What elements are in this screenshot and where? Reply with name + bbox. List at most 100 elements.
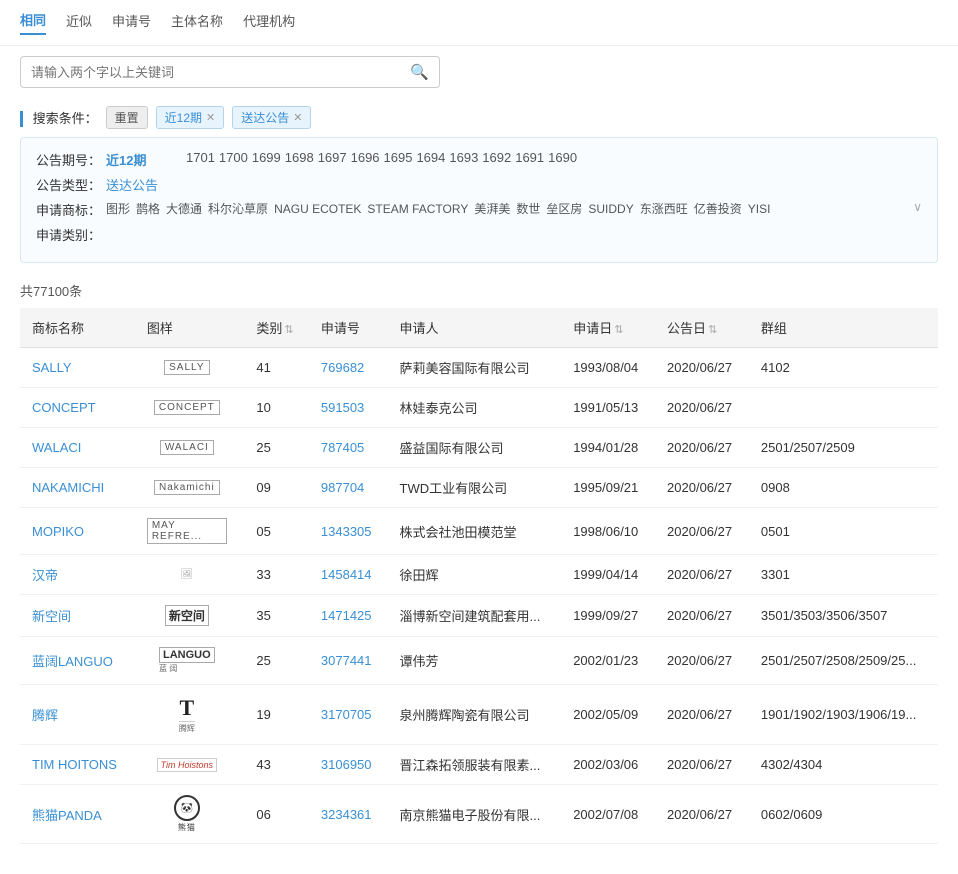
period-item[interactable]: 1691 (515, 150, 544, 165)
brand-logo: 🐼熊猫 (174, 795, 200, 833)
sort-class-icon[interactable]: ⇅ (284, 324, 293, 336)
cell-pubdate: 2020/06/27 (655, 508, 749, 555)
type-value[interactable]: 送达公告 (106, 175, 158, 194)
nav-tab-similar[interactable]: 近似 (66, 11, 92, 34)
filter-tag-period[interactable]: 近12期 ✕ (156, 106, 225, 129)
period-item[interactable]: 1695 (384, 150, 413, 165)
filter-tag-notice-label: 送达公告 (241, 109, 289, 126)
appnum-link[interactable]: 3234361 (321, 807, 372, 822)
cell-image: WALACI (135, 428, 245, 468)
cell-appdate: 2002/07/08 (561, 785, 655, 844)
cell-class: 35 (244, 595, 309, 637)
period-item[interactable]: 1697 (318, 150, 347, 165)
cell-group: 0501 (749, 508, 938, 555)
nav-tab-agency[interactable]: 代理机构 (243, 11, 295, 34)
filter-tag-period-close[interactable]: ✕ (206, 111, 215, 124)
period-item[interactable]: 1700 (219, 150, 248, 165)
appnum-link[interactable]: 787405 (321, 440, 364, 455)
cell-appdate: 1994/01/28 (561, 428, 655, 468)
brand-logo: WALACI (160, 440, 214, 455)
conditions-period-row: 公告期号： 近12期 1701 1700 1699 1698 1697 1696… (36, 150, 922, 169)
brand-image-container: Tim Hoistons (147, 758, 227, 772)
appnum-link[interactable]: 987704 (321, 480, 364, 495)
cell-appdate: 2002/03/06 (561, 745, 655, 785)
appnum-link[interactable]: 3170705 (321, 707, 372, 722)
brand-name-link[interactable]: 腾辉 (32, 708, 58, 723)
cell-appnum: 3077441 (309, 637, 388, 685)
period-item[interactable]: 1694 (416, 150, 445, 165)
period-item[interactable]: 1701 (186, 150, 215, 165)
sort-pubdate-icon[interactable]: ⇅ (708, 324, 717, 336)
nav-tab-appnum[interactable]: 申请号 (112, 11, 151, 34)
sort-appdate-icon[interactable]: ⇅ (614, 324, 623, 336)
table-row: NAKAMICHI Nakamichi 09 987704 TWD工业有限公司 … (20, 468, 938, 508)
period-item[interactable]: 1699 (252, 150, 281, 165)
period-active-value[interactable]: 近12期 (106, 150, 186, 169)
type-label: 公告类型： (36, 175, 106, 194)
cell-appdate: 1999/09/27 (561, 595, 655, 637)
cell-pubdate: 2020/06/27 (655, 428, 749, 468)
filter-tag-notice[interactable]: 送达公告 ✕ (232, 106, 311, 129)
trademark-item: 美湃美 (474, 200, 510, 217)
appnum-link[interactable]: 1471425 (321, 608, 372, 623)
brand-image-container: MAY REFRE... (147, 518, 227, 544)
cell-applicant: 南京熊猫电子股份有限... (388, 785, 562, 844)
search-icon[interactable]: 🔍 (410, 63, 429, 81)
nav-tab-same[interactable]: 相同 (20, 10, 46, 35)
appnum-link[interactable]: 591503 (321, 400, 364, 415)
cell-applicant: 泉州腾辉陶瓷有限公司 (388, 685, 562, 745)
cell-pubdate: 2020/06/27 (655, 468, 749, 508)
brand-name-link[interactable]: NAKAMICHI (32, 480, 104, 495)
cell-applicant: TWD工业有限公司 (388, 468, 562, 508)
table-row: TIM HOITONS Tim Hoistons 43 3106950 晋江森拓… (20, 745, 938, 785)
search-input[interactable] (31, 65, 410, 80)
th-image: 图样 (135, 308, 245, 348)
cell-applicant: 林娃泰克公司 (388, 388, 562, 428)
cell-appnum: 987704 (309, 468, 388, 508)
cell-applicant: 淄博新空间建筑配套用... (388, 595, 562, 637)
cell-group: 4102 (749, 348, 938, 388)
trademark-item: NAGU ECOTEK (274, 202, 361, 216)
period-item[interactable]: 1690 (548, 150, 577, 165)
period-item[interactable]: 1692 (482, 150, 511, 165)
cell-group: 0908 (749, 468, 938, 508)
appnum-link[interactable]: 1458414 (321, 567, 372, 582)
period-item[interactable]: 1693 (449, 150, 478, 165)
brand-name-link[interactable]: 汉帝 (32, 568, 58, 583)
conditions-box: 公告期号： 近12期 1701 1700 1699 1698 1697 1696… (20, 137, 938, 263)
cell-applicant: 株式会社池田模范堂 (388, 508, 562, 555)
brand-name-link[interactable]: 熊猫PANDA (32, 808, 102, 823)
brand-name-link[interactable]: MOPIKO (32, 524, 84, 539)
trademark-item: 亿善投资 (694, 200, 742, 217)
brand-name-link[interactable]: WALACI (32, 440, 81, 455)
nav-tab-subject[interactable]: 主体名称 (171, 11, 223, 34)
period-item[interactable]: 1698 (285, 150, 314, 165)
cell-image: T腾辉 (135, 685, 245, 745)
conditions-class-row: 申请类别： (36, 225, 922, 244)
reset-button[interactable]: 重置 (106, 106, 148, 129)
appnum-link[interactable]: 1343305 (321, 524, 372, 539)
cell-class: 06 (244, 785, 309, 844)
cell-name: 蓝阔LANGUO (20, 637, 135, 685)
trademarks-more-icon[interactable]: ∨ (913, 200, 922, 214)
cell-pubdate: 2020/06/27 (655, 745, 749, 785)
cell-appnum: 787405 (309, 428, 388, 468)
brand-name-link[interactable]: 蓝阔LANGUO (32, 654, 113, 669)
data-table: 商标名称 图样 类别⇅ 申请号 申请人 申请日⇅ 公告日⇅ 群组 SALLY S… (20, 308, 938, 844)
appnum-link[interactable]: 3106950 (321, 757, 372, 772)
brand-name-link[interactable]: CONCEPT (32, 400, 96, 415)
period-item[interactable]: 1696 (351, 150, 380, 165)
brand-name-link[interactable]: TIM HOITONS (32, 757, 117, 772)
result-count: 共77100条 (0, 273, 958, 308)
appnum-link[interactable]: 769682 (321, 360, 364, 375)
cell-name: 腾辉 (20, 685, 135, 745)
cell-image: 🖼 (135, 555, 245, 595)
appnum-link[interactable]: 3077441 (321, 653, 372, 668)
brand-logo: LANGUO蓝 阔 (159, 647, 215, 674)
table-row: 蓝阔LANGUO LANGUO蓝 阔 25 3077441 谭伟芳 2002/0… (20, 637, 938, 685)
filter-tag-notice-close[interactable]: ✕ (293, 111, 302, 124)
brand-image-container: 🐼熊猫 (147, 795, 227, 833)
brand-name-link[interactable]: 新空间 (32, 609, 71, 624)
th-name: 商标名称 (20, 308, 135, 348)
brand-name-link[interactable]: SALLY (32, 360, 72, 375)
